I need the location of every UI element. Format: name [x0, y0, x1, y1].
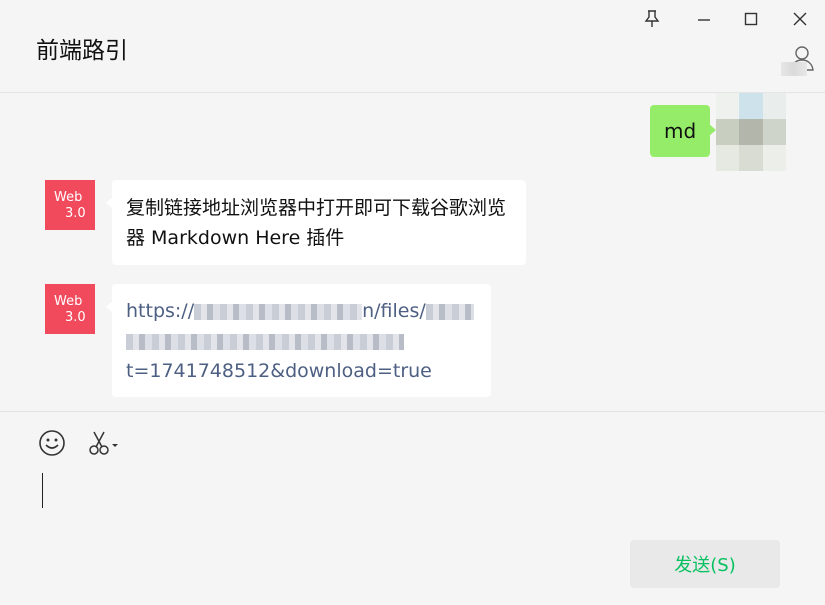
- link-line-1[interactable]: https:// n/files/: [126, 296, 477, 326]
- link-line-3[interactable]: t=1741748512&download=true: [126, 356, 477, 386]
- sender-avatar[interactable]: Web 3.0: [45, 284, 95, 334]
- link-text: n/files/: [362, 300, 426, 322]
- message-text: 复制链接地址浏览器中打开即可下载谷歌浏览器 Markdown Here 插件: [126, 197, 507, 249]
- message-bubble[interactable]: md: [650, 105, 717, 157]
- link-line-2[interactable]: [126, 326, 477, 356]
- maximize-icon[interactable]: [740, 8, 762, 30]
- message-sent: md: [650, 105, 717, 157]
- link-text: t=1741748512&download=true: [126, 360, 432, 382]
- message-list[interactable]: md Web 3.0 复制链接地址浏览器中打开即可下载谷歌浏览器 Markdow…: [0, 93, 825, 411]
- avatar-text: Web: [54, 294, 83, 309]
- message-input[interactable]: [0, 466, 825, 530]
- redacted-text: [425, 303, 474, 320]
- message-bubble[interactable]: 复制链接地址浏览器中打开即可下载谷歌浏览器 Markdown Here 插件: [106, 180, 526, 265]
- minimize-icon[interactable]: [693, 8, 715, 30]
- chat-title: 前端路引: [36, 38, 128, 64]
- divider: [0, 411, 825, 412]
- link-text: https://: [126, 300, 195, 322]
- send-button[interactable]: 发送(S): [630, 540, 780, 588]
- redacted-text: [126, 333, 404, 350]
- sender-avatar[interactable]: Web 3.0: [45, 180, 95, 230]
- message-bubble[interactable]: https:// n/files/ t=1741748512&download=t…: [106, 284, 491, 397]
- text-cursor: [42, 473, 43, 508]
- close-icon[interactable]: [789, 8, 811, 30]
- avatar-text: Web: [54, 190, 83, 205]
- avatar-text: 3.0: [65, 310, 86, 325]
- avatar-text: 3.0: [65, 206, 86, 221]
- blurred-area: [781, 62, 807, 76]
- scissors-icon[interactable]: [86, 428, 120, 458]
- emoji-icon[interactable]: [37, 428, 67, 458]
- pin-icon[interactable]: [641, 8, 663, 30]
- chat-header: 前端路引: [0, 0, 825, 93]
- self-avatar[interactable]: [716, 93, 786, 171]
- redacted-text: [194, 303, 363, 320]
